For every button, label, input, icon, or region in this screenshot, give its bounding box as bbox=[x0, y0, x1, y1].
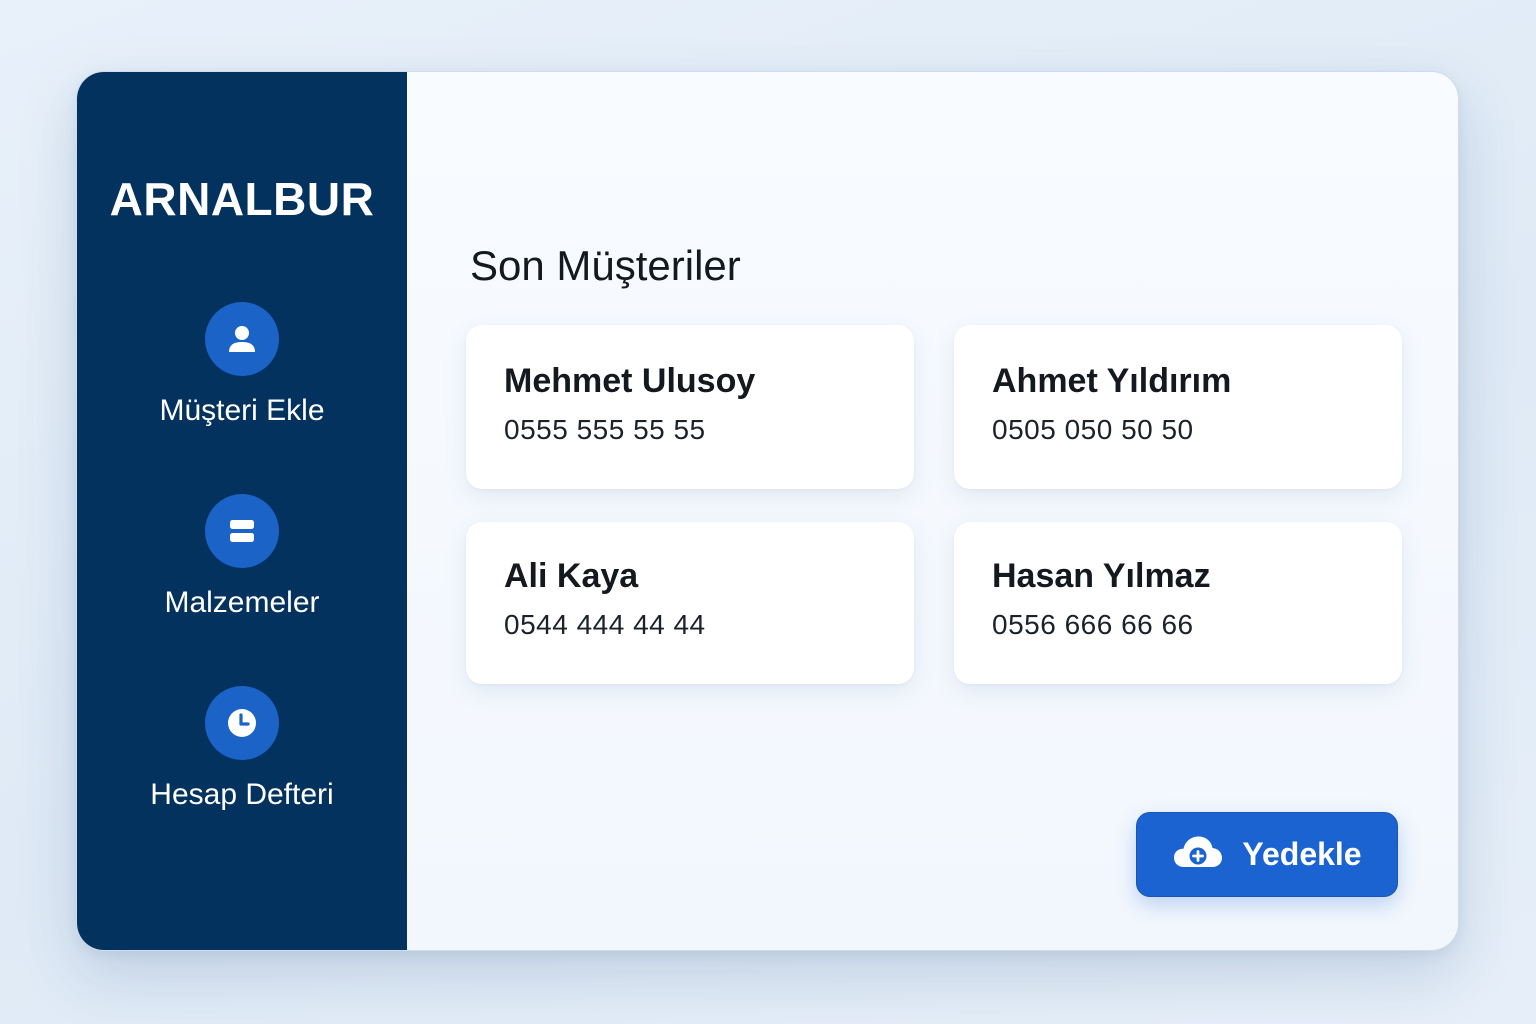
customer-name: Ali Kaya bbox=[504, 557, 639, 595]
customer-card[interactable]: Mehmet Ulusoy 0555 555 55 55 bbox=[466, 325, 914, 489]
brand-title: ARNALBUR bbox=[109, 173, 375, 225]
nav-item-ledger[interactable]: Hesap Defteri bbox=[77, 686, 407, 812]
nav-item-materials[interactable]: Malzemeler bbox=[77, 494, 407, 620]
sidebar: ARNALBUR Müşteri Ekle Malzemeler Hesap D… bbox=[77, 72, 407, 950]
customer-phone: 0556 666 66 66 bbox=[992, 609, 1194, 641]
customer-phone: 0505 050 50 50 bbox=[992, 414, 1194, 446]
nav-label-ledger: Hesap Defteri bbox=[150, 778, 334, 811]
customer-phone: 0555 555 55 55 bbox=[504, 414, 706, 446]
nav-item-add-customer[interactable]: Müşteri Ekle bbox=[77, 302, 407, 428]
cloud-plus-icon bbox=[1172, 833, 1224, 876]
app-window: ARNALBUR Müşteri Ekle Malzemeler Hesap D… bbox=[76, 71, 1459, 951]
customer-name: Mehmet Ulusoy bbox=[504, 362, 756, 400]
nav-label-materials: Malzemeler bbox=[164, 586, 320, 619]
customer-name: Hasan Yılmaz bbox=[992, 557, 1211, 595]
nav-label-add-customer: Müşteri Ekle bbox=[159, 394, 325, 427]
main-content: Son Müşteriler Mehmet Ulusoy 0555 555 55… bbox=[407, 72, 1458, 950]
backup-button[interactable]: Yedekle bbox=[1136, 812, 1398, 897]
backup-button-label: Yedekle bbox=[1242, 836, 1362, 872]
customer-phone: 0544 444 44 44 bbox=[504, 609, 706, 641]
customer-name: Ahmet Yıldırım bbox=[992, 362, 1232, 400]
clock-icon bbox=[205, 686, 279, 760]
customer-card[interactable]: Ali Kaya 0544 444 44 44 bbox=[466, 522, 914, 684]
customer-card[interactable]: Hasan Yılmaz 0556 666 66 66 bbox=[954, 522, 1402, 684]
section-title: Son Müşteriler bbox=[470, 242, 741, 289]
customer-card[interactable]: Ahmet Yıldırım 0505 050 50 50 bbox=[954, 325, 1402, 489]
user-icon bbox=[205, 302, 279, 376]
stack-icon bbox=[205, 494, 279, 568]
